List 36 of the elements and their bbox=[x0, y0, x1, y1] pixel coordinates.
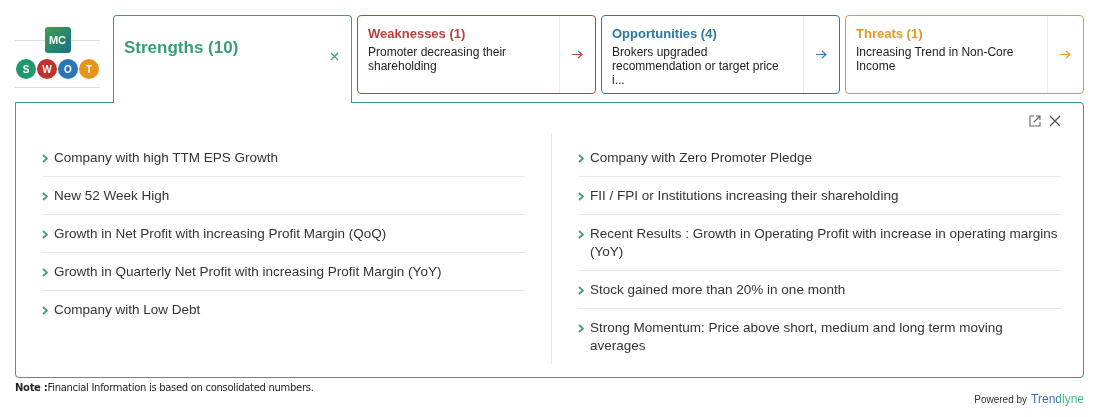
chevron-icon bbox=[42, 192, 48, 201]
powered-by-label: Powered by bbox=[974, 394, 1028, 405]
chevron-icon bbox=[578, 192, 584, 201]
chevron-icon bbox=[578, 324, 584, 333]
logo-letter: T bbox=[79, 59, 99, 79]
swot-tab[interactable]: Threats (1) Increasing Trend in Non-Core Income bbox=[845, 15, 1084, 94]
external-link-icon[interactable] bbox=[1029, 115, 1041, 127]
strength-item: Company with Low Debt bbox=[54, 301, 201, 319]
arrow-icon bbox=[816, 50, 827, 59]
strength-item: Recent Results : Growth in Operating Profit with increase in operating margins (YoY) bbox=[590, 225, 1059, 261]
strength-item: Strong Momentum: Price above short, medium and long term moving averages bbox=[590, 319, 1004, 355]
chevron-icon bbox=[578, 154, 584, 163]
strength-item: Company with high TTM EPS Growth bbox=[54, 149, 279, 167]
logo-letter: W bbox=[37, 59, 57, 79]
close-icon[interactable] bbox=[1049, 115, 1061, 127]
swot-tab[interactable]: Opportunities (4) Brokers upgraded recommendation or target price i... bbox=[601, 15, 840, 94]
arrow-icon bbox=[1060, 50, 1071, 59]
strength-item: Growth in Quarterly Net Profit with increasing Profit Margin (YoY) bbox=[54, 263, 442, 281]
chevron-icon bbox=[42, 306, 48, 315]
swot-tab[interactable]: Weaknesses (1) Promoter decreasing their shareholding bbox=[357, 15, 596, 94]
arrow-icon bbox=[572, 50, 583, 59]
logo-badge: MC bbox=[44, 27, 71, 53]
chevron-icon bbox=[42, 230, 48, 239]
footnote: Note :Financial Information is based on consolidated numbers. bbox=[15, 382, 314, 393]
chevron-icon bbox=[578, 230, 584, 239]
chevron-icon bbox=[42, 268, 48, 277]
strength-item: Company with Zero Promoter Pledge bbox=[590, 149, 813, 167]
logo-letter: S bbox=[16, 59, 36, 79]
logo-letter: O bbox=[58, 59, 78, 79]
strength-item: Growth in Net Profit with increasing Profit Margin (QoQ) bbox=[54, 225, 387, 243]
close-icon bbox=[330, 52, 339, 61]
chevron-icon bbox=[578, 286, 584, 295]
strength-item: Stock gained more than 20% in one month bbox=[590, 281, 846, 299]
strength-item: New 52 Week High bbox=[54, 187, 170, 205]
strength-item: FII / FPI or Institutions increasing their shareholding bbox=[590, 187, 899, 205]
chevron-icon bbox=[42, 154, 48, 163]
